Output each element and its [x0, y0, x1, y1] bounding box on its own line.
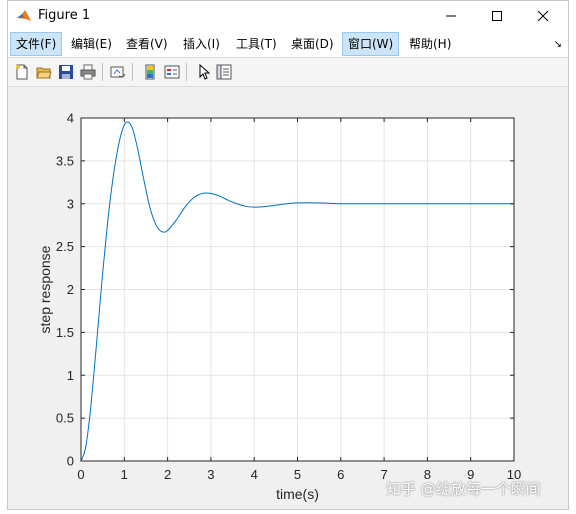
x-tick-label: 2: [164, 467, 171, 482]
y-tick-label: 3: [67, 196, 74, 211]
x-tick-label: 4: [251, 467, 258, 482]
x-tick-label: 1: [121, 467, 128, 482]
y-tick-label: 0: [67, 454, 74, 469]
y-tick-label: 1.5: [56, 325, 74, 340]
x-tick-label: 6: [337, 467, 344, 482]
y-tick-label: 4: [67, 111, 74, 126]
y-tick-label: 2.5: [56, 239, 74, 254]
plot-canvas: 0 1 2 3 4 5 6 7 8 9 1000.511.522.533.54 time(s) st…: [37, 111, 521, 503]
watermark: 知乎 @绽放每一个瞬间: [386, 480, 541, 498]
y-tick-label: 2: [67, 282, 74, 297]
y-tick-label: 1: [67, 368, 74, 383]
x-tick-label: 3: [207, 467, 214, 482]
x-tick-label: 0: [77, 467, 84, 482]
x-axis-label: time(s): [276, 486, 319, 502]
y-tick-label: 3.5: [56, 153, 74, 168]
y-axis-label: step response: [37, 245, 53, 333]
x-tick-label: 5: [294, 467, 301, 482]
y-tick-label: 0.5: [56, 411, 74, 426]
